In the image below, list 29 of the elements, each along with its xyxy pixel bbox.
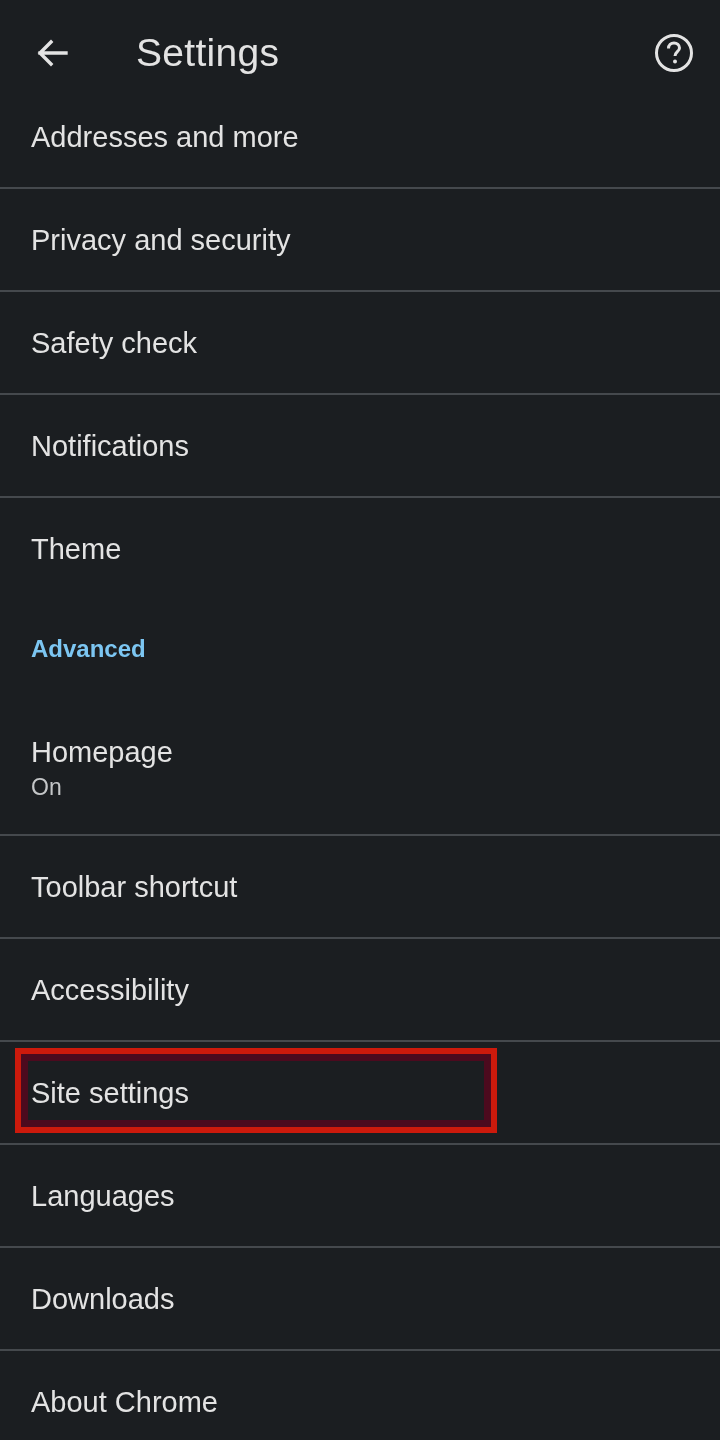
section-header: Advanced bbox=[31, 635, 146, 663]
settings-item[interactable]: Addresses and more bbox=[0, 105, 720, 187]
item-title: Notifications bbox=[31, 428, 190, 464]
item-subtitle: On bbox=[31, 772, 63, 802]
item-title: Site settings bbox=[31, 1075, 190, 1111]
settings-item[interactable]: Homepage On bbox=[0, 699, 720, 834]
settings-item[interactable]: Safety check bbox=[0, 290, 720, 393]
settings-item[interactable]: Accessibility bbox=[0, 937, 720, 1040]
item-title: About Chrome bbox=[31, 1384, 219, 1420]
item-title: Theme bbox=[31, 531, 123, 567]
item-title: Languages bbox=[31, 1178, 176, 1214]
item-title: Addresses and more bbox=[31, 119, 300, 155]
settings-item[interactable]: Toolbar shortcut bbox=[0, 834, 720, 937]
settings-item[interactable]: Notifications bbox=[0, 393, 720, 496]
item-title: Safety check bbox=[31, 325, 199, 361]
item-title: Homepage bbox=[31, 734, 174, 770]
item-title: Accessibility bbox=[31, 972, 190, 1008]
settings-item[interactable]: Downloads bbox=[0, 1246, 720, 1349]
item-title: Toolbar shortcut bbox=[31, 869, 239, 905]
settings-item[interactable]: About Chrome bbox=[0, 1349, 720, 1440]
settings-item[interactable]: Languages bbox=[0, 1143, 720, 1246]
settings-item[interactable]: Theme bbox=[0, 496, 720, 599]
item-title: Downloads bbox=[31, 1281, 176, 1317]
item-title: Privacy and security bbox=[31, 222, 292, 258]
help-icon bbox=[654, 32, 694, 73]
settings-item[interactable]: Site settings bbox=[0, 1040, 720, 1143]
page-title: Settings bbox=[136, 30, 281, 75]
back-arrow-icon bbox=[36, 38, 68, 67]
settings-item[interactable]: Privacy and security bbox=[0, 187, 720, 290]
